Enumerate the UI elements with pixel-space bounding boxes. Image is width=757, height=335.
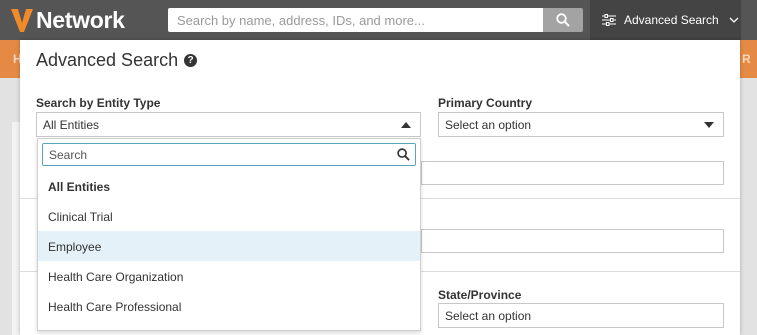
- search-icon: [556, 13, 570, 27]
- state-province-select[interactable]: Select an option: [438, 303, 724, 328]
- advanced-search-label: Advanced Search: [624, 13, 719, 27]
- option-label: Health Care Professional: [48, 300, 182, 314]
- nav-fragment-right: R: [742, 52, 751, 66]
- search-icon: [397, 148, 410, 161]
- option-label: All Entities: [48, 180, 111, 194]
- entity-type-dropdown: Search All Entities Clinical Trial Emplo…: [37, 138, 421, 331]
- dropdown-search-input[interactable]: Search: [42, 143, 416, 166]
- help-icon[interactable]: ?: [184, 54, 198, 67]
- caret-down-icon: [704, 122, 714, 128]
- entity-type-value: All Entities: [43, 118, 100, 132]
- primary-country-select[interactable]: Select an option: [438, 112, 724, 137]
- option-label: Employee: [48, 240, 102, 254]
- caret-up-icon: [401, 122, 411, 128]
- modal-title: Advanced Search ?: [36, 50, 198, 71]
- state-province-value: Select an option: [445, 309, 532, 323]
- network-logo[interactable]: Network: [10, 5, 125, 35]
- dropdown-option-all-entities[interactable]: All Entities: [38, 171, 420, 201]
- option-label: Health Care Organization: [48, 270, 184, 284]
- dropdown-option-health-care-organization[interactable]: Health Care Organization: [38, 261, 420, 291]
- sliders-icon: [602, 14, 616, 26]
- logo-text: Network: [36, 6, 125, 33]
- option-label: Clinical Trial: [48, 210, 113, 224]
- advanced-search-button[interactable]: Advanced Search: [590, 0, 741, 40]
- top-bar: Network Search by name, address, IDs, an…: [0, 0, 757, 40]
- modal-title-text: Advanced Search: [36, 50, 179, 70]
- primary-country-value: Select an option: [445, 118, 532, 132]
- global-search-button[interactable]: [543, 8, 583, 32]
- entity-type-select[interactable]: All Entities: [36, 112, 421, 137]
- chevron-down-icon: [729, 17, 739, 23]
- global-search-input[interactable]: Search by name, address, IDs, and more..…: [168, 8, 543, 32]
- dropdown-option-health-care-professional[interactable]: Health Care Professional: [38, 291, 420, 321]
- dropdown-option-clinical-trial[interactable]: Clinical Trial: [38, 201, 420, 231]
- field-input-2[interactable]: [421, 229, 724, 253]
- dropdown-option-employee[interactable]: Employee: [38, 231, 420, 261]
- global-search-placeholder: Search by name, address, IDs, and more..…: [177, 13, 425, 28]
- dropdown-search-placeholder: Search: [49, 148, 88, 162]
- state-province-label: State/Province: [438, 288, 522, 302]
- field-input-1[interactable]: [421, 161, 724, 185]
- primary-country-label: Primary Country: [438, 96, 533, 110]
- veeva-v-icon: [11, 9, 33, 32]
- entity-type-label: Search by Entity Type: [36, 96, 161, 110]
